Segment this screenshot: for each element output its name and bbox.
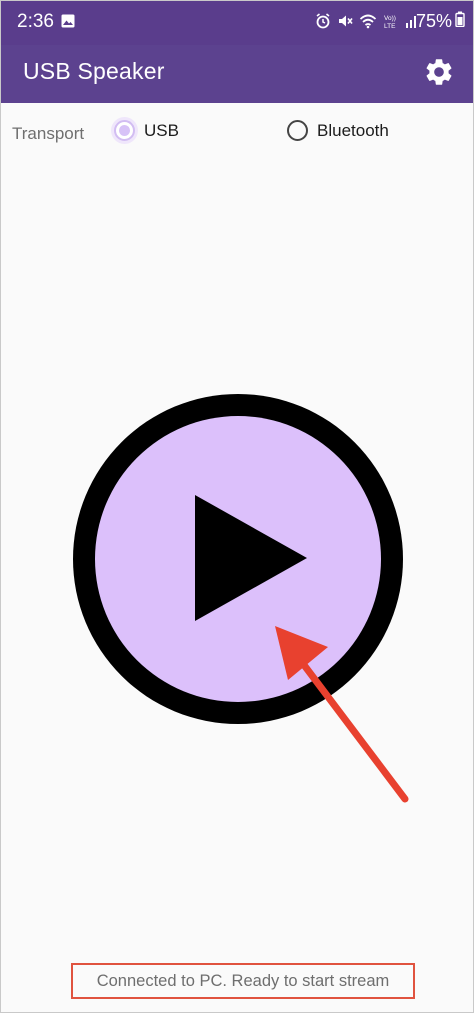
status-message-box: Connected to PC. Ready to start stream (71, 963, 415, 999)
radio-selected-icon[interactable] (114, 120, 135, 141)
status-message: Connected to PC. Ready to start stream (96, 971, 390, 990)
app-toolbar: USB Speaker (1, 45, 473, 103)
radio-usb-label: USB (144, 120, 179, 140)
volte-icon: Vo)) LTE (383, 13, 399, 34)
transport-selector: Transport USB Bluetooth (1, 115, 473, 153)
system-status-bar: 2:36 Vo)) LTE 75% (1, 1, 473, 45)
transport-label: Transport (12, 124, 85, 143)
radio-usb[interactable]: USB (114, 120, 179, 141)
battery-percent: 75% (415, 11, 452, 31)
mute-icon (337, 13, 353, 34)
app-title: USB Speaker (23, 58, 165, 84)
svg-text:Vo)): Vo)) (384, 15, 396, 22)
alarm-icon (315, 13, 331, 34)
svg-text:LTE: LTE (384, 23, 396, 29)
status-time: 2:36 (17, 11, 54, 32)
battery-indicator: 75% (416, 11, 465, 32)
settings-button[interactable] (419, 54, 459, 94)
radio-unselected-icon[interactable] (287, 120, 308, 141)
radio-bluetooth[interactable]: Bluetooth (287, 120, 389, 141)
wifi-icon (359, 13, 377, 34)
status-icons: Vo)) LTE (315, 13, 419, 34)
app-screen: 2:36 Vo)) LTE 75% USB Speaker Transport … (0, 0, 474, 1013)
play-icon[interactable] (195, 495, 307, 626)
battery-icon (455, 11, 465, 32)
image-icon (61, 14, 75, 33)
radio-bluetooth-label: Bluetooth (317, 120, 389, 140)
gear-icon (423, 56, 455, 93)
